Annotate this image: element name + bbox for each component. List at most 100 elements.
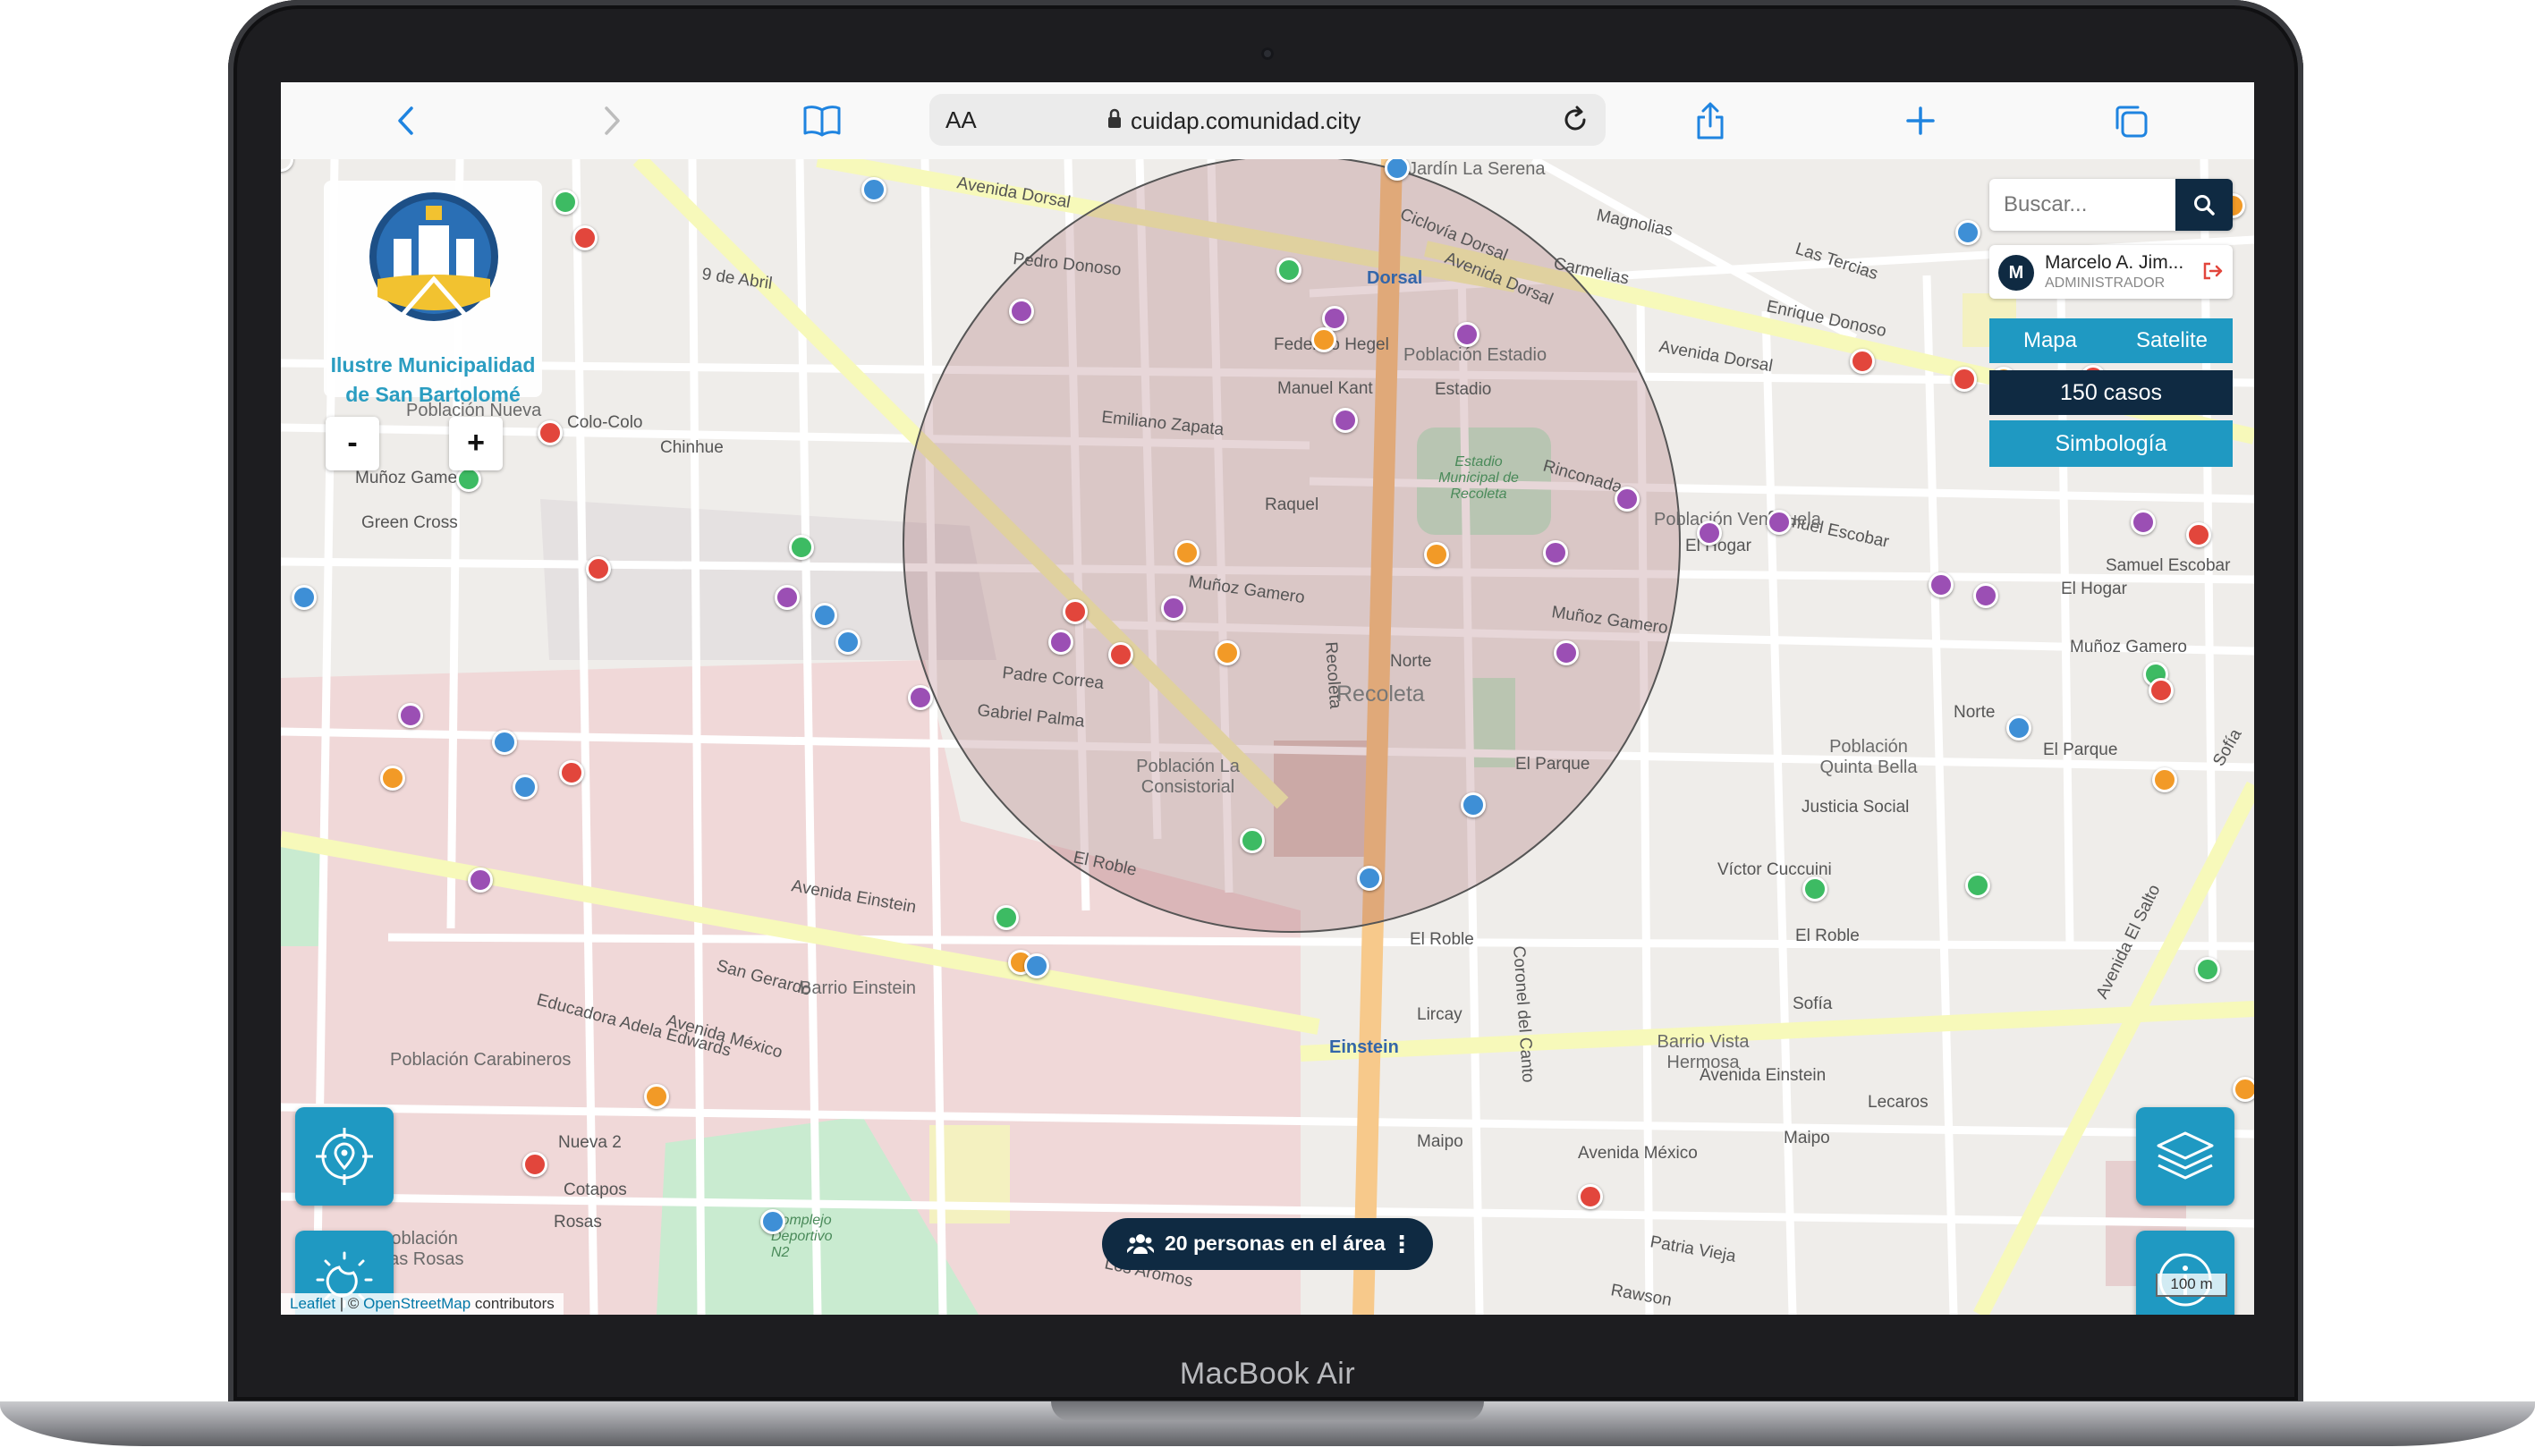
case-marker-orange[interactable] <box>1215 640 1240 665</box>
street-label: Samuel Escobar <box>2106 556 2231 575</box>
leaflet-link[interactable]: Leaflet <box>290 1295 335 1312</box>
case-marker-purple[interactable] <box>468 868 493 893</box>
case-marker-orange[interactable] <box>1174 540 1200 565</box>
case-marker-blue[interactable] <box>760 1209 785 1234</box>
reload-icon[interactable] <box>1560 105 1590 140</box>
tabs-icon[interactable] <box>2108 98 2153 143</box>
map[interactable]: Avenida Dorsal Avenida Dorsal Avenida Do… <box>281 159 2254 1315</box>
case-marker-green[interactable] <box>1802 876 1827 902</box>
case-marker-purple[interactable] <box>1048 630 1073 655</box>
case-marker-blue[interactable] <box>1461 792 1486 817</box>
search-icon <box>2194 195 2215 216</box>
case-marker-red[interactable] <box>1952 367 1977 392</box>
people-in-area-pill[interactable]: 20 personas en el área ⋮ <box>1102 1218 1433 1270</box>
case-marker-purple[interactable] <box>1543 540 1568 565</box>
case-marker-purple[interactable] <box>775 585 800 610</box>
case-marker-red[interactable] <box>2186 522 2211 547</box>
case-marker-purple[interactable] <box>1615 487 1640 512</box>
station-label: Einstein <box>1329 1037 1399 1057</box>
attribution-separator: | © <box>335 1295 364 1312</box>
case-marker-red[interactable] <box>2149 678 2174 703</box>
cases-count-badge[interactable]: 150 casos <box>1989 370 2233 415</box>
case-marker-purple[interactable] <box>1697 521 1722 546</box>
case-marker-blue[interactable] <box>835 630 861 655</box>
url-text[interactable]: cuidap.comunidad.city <box>1131 107 1426 135</box>
place-label: Población Estadio <box>1403 345 1547 365</box>
case-marker-purple[interactable] <box>1009 299 1034 324</box>
case-marker-purple[interactable] <box>1333 408 1358 433</box>
case-marker-blue[interactable] <box>513 775 538 800</box>
case-marker-green[interactable] <box>553 190 578 215</box>
back-icon[interactable] <box>384 98 428 143</box>
case-marker-orange[interactable] <box>644 1084 669 1109</box>
locate-button[interactable] <box>295 1107 394 1206</box>
user-card[interactable]: M Marcelo A. Jim... ADMINISTRADOR <box>1989 245 2233 299</box>
case-marker-blue[interactable] <box>1024 953 1049 978</box>
legend-button[interactable]: Simbología <box>1989 420 2233 467</box>
case-marker-red[interactable] <box>1578 1184 1603 1209</box>
layers-button[interactable] <box>2136 1107 2234 1206</box>
info-button[interactable] <box>2136 1231 2234 1315</box>
url-bar[interactable]: AA cuidap.comunidad.city <box>929 94 1606 146</box>
more-options-icon[interactable]: ⋮ <box>1390 1231 1413 1258</box>
case-marker-red[interactable] <box>1108 642 1133 667</box>
case-marker-red[interactable] <box>1850 349 1875 374</box>
case-marker-red[interactable] <box>559 760 584 785</box>
case-marker-orange[interactable] <box>1311 327 1336 352</box>
case-marker-orange[interactable] <box>2233 1077 2254 1102</box>
case-marker-blue[interactable] <box>812 603 837 628</box>
street-label: Green Cross <box>361 513 458 532</box>
street-label: Lecaros <box>1868 1093 1929 1112</box>
case-marker-blue[interactable] <box>2006 715 2031 741</box>
case-marker-orange[interactable] <box>2152 767 2177 792</box>
street-label: Patria Vieja <box>1649 1232 1737 1266</box>
case-marker-green[interactable] <box>1240 828 1265 853</box>
case-marker-blue[interactable] <box>292 585 317 610</box>
case-marker-green[interactable] <box>2195 957 2220 982</box>
text-size-button[interactable]: AA <box>945 106 977 134</box>
logout-icon[interactable] <box>2202 261 2224 285</box>
case-marker-green[interactable] <box>1276 258 1301 283</box>
map-layer-option[interactable]: Mapa <box>1989 318 2111 363</box>
forward-icon[interactable] <box>589 98 634 143</box>
case-marker-green[interactable] <box>1965 873 1990 898</box>
case-marker-red[interactable] <box>538 420 563 445</box>
search-input[interactable] <box>1989 179 2168 231</box>
satellite-layer-option[interactable]: Satelite <box>2111 318 2233 363</box>
case-marker-blue[interactable] <box>861 177 886 202</box>
case-marker-green[interactable] <box>994 905 1019 930</box>
new-tab-icon[interactable] <box>1898 98 1943 143</box>
search-button[interactable] <box>2175 179 2233 231</box>
case-marker-red[interactable] <box>522 1152 547 1177</box>
municipality-name: Ilustre Municipalidad de San Bartolomé <box>324 351 542 410</box>
case-marker-purple[interactable] <box>1161 596 1186 621</box>
case-marker-blue[interactable] <box>1357 866 1382 891</box>
case-marker-purple[interactable] <box>398 703 423 728</box>
zoom-out-button[interactable]: - <box>326 417 379 470</box>
case-marker-purple[interactable] <box>1973 583 1998 608</box>
street-label: Manuel Kant <box>1277 379 1373 398</box>
municipality-name-line2: de San Bartolomé <box>345 383 521 406</box>
place-label-recoleta: Recoleta <box>1336 681 1425 707</box>
case-marker-purple[interactable] <box>908 685 933 710</box>
case-marker-blue[interactable] <box>1955 220 1980 245</box>
case-marker-purple[interactable] <box>1767 510 1792 535</box>
case-marker-red[interactable] <box>1063 599 1088 624</box>
street-label: El Parque <box>2043 741 2117 759</box>
case-marker-purple[interactable] <box>2131 510 2156 535</box>
case-marker-orange[interactable] <box>380 766 405 791</box>
case-marker-purple[interactable] <box>1454 322 1479 347</box>
case-marker-purple[interactable] <box>1929 572 1954 597</box>
share-icon[interactable] <box>1688 98 1733 143</box>
openstreetmap-link[interactable]: OpenStreetMap <box>363 1295 471 1312</box>
street-label: Sofía <box>1793 995 1833 1013</box>
case-marker-red[interactable] <box>572 225 598 250</box>
street-label: Rosas <box>554 1213 602 1232</box>
case-marker-green[interactable] <box>789 535 814 560</box>
bookmarks-icon[interactable] <box>800 98 844 143</box>
case-marker-orange[interactable] <box>1424 542 1449 567</box>
zoom-in-button[interactable]: + <box>449 417 503 470</box>
case-marker-blue[interactable] <box>492 730 517 755</box>
case-marker-red[interactable] <box>586 556 611 581</box>
case-marker-purple[interactable] <box>1554 640 1579 665</box>
